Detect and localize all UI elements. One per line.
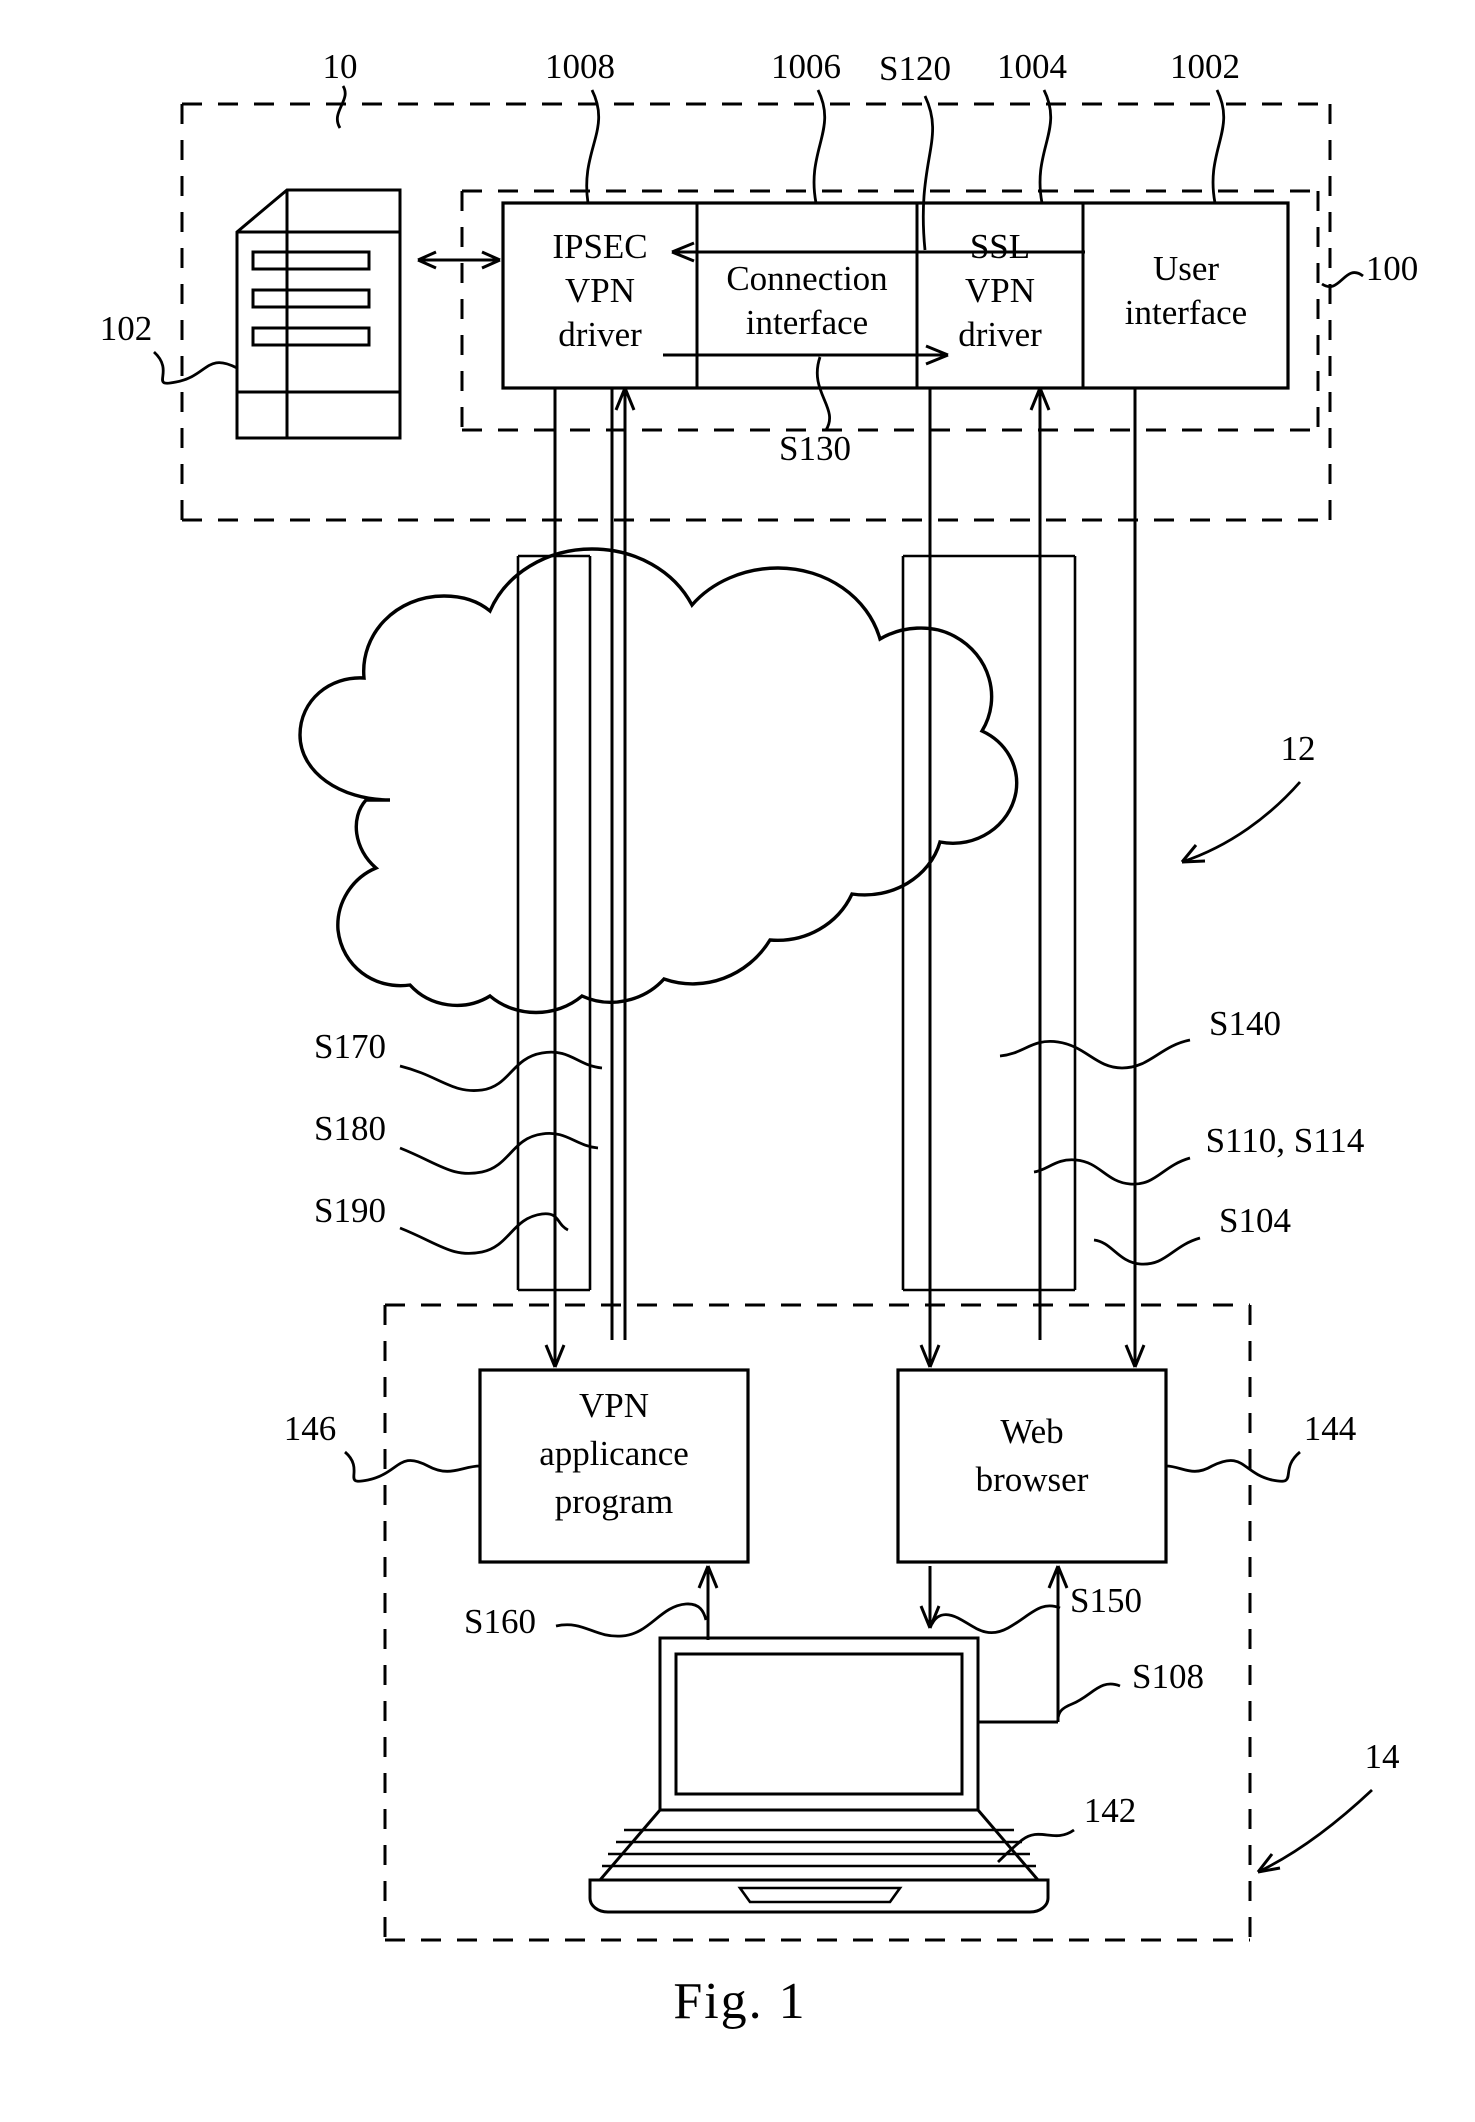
ref-146: 146 <box>284 1409 481 1483</box>
ref-144: 144 <box>1165 1409 1357 1483</box>
ssl-line-1: SSL <box>970 227 1030 266</box>
conn-line-2: interface <box>746 303 868 342</box>
ref-14-label: 14 <box>1365 1737 1400 1776</box>
ref-142: 142 <box>997 1791 1137 1863</box>
ref-s140-label: S140 <box>1209 1004 1281 1043</box>
channel-rails <box>516 554 1077 1292</box>
ref-14: 14 <box>1256 1737 1400 1874</box>
vpn-app-line-1: VPN <box>579 1386 649 1425</box>
ref-1004: 1004 <box>997 47 1067 204</box>
ui-line-1: User <box>1153 249 1219 288</box>
ssl-line-2: VPN <box>965 271 1035 310</box>
vpn-app-line-2: applicance <box>539 1434 689 1473</box>
ref-10-label: 10 <box>323 47 358 86</box>
ref-s190: S190 <box>314 1191 569 1255</box>
ref-12-label: 12 <box>1281 729 1316 768</box>
ref-s180-label: S180 <box>314 1109 386 1148</box>
label-ipsec-vpn-driver: IPSEC VPN driver <box>552 227 647 354</box>
ref-146-label: 146 <box>284 1409 337 1448</box>
ref-s190-label: S190 <box>314 1191 386 1230</box>
ref-102: 102 <box>100 309 238 385</box>
ref-s104: S104 <box>1093 1201 1291 1266</box>
ipsec-line-2: VPN <box>565 271 635 310</box>
ref-s108: S108 <box>1056 1657 1204 1721</box>
ref-1002-label: 1002 <box>1170 47 1240 86</box>
ref-s120-label: S120 <box>879 49 951 88</box>
ref-144-label: 144 <box>1304 1409 1357 1448</box>
ref-100-label: 100 <box>1366 249 1419 288</box>
ref-s150: S150 <box>930 1581 1142 1635</box>
ref-1008-label: 1008 <box>545 47 615 86</box>
web-browser-line-2: browser <box>976 1460 1089 1499</box>
ipsec-line-3: driver <box>558 315 642 354</box>
ref-1008: 1008 <box>545 47 615 204</box>
figure-canvas: IPSEC VPN driver Connection interface SS… <box>100 47 1419 2030</box>
laptop-connectors <box>697 1565 1069 1724</box>
ref-100: 100 <box>1321 249 1419 288</box>
ref-s108-label: S108 <box>1132 1657 1204 1696</box>
ref-s170-label: S170 <box>314 1027 386 1066</box>
ssl-line-3: driver <box>958 315 1042 354</box>
server-gateway-link <box>417 250 501 270</box>
ref-s150-label: S150 <box>1070 1581 1142 1620</box>
server-icon <box>235 188 402 440</box>
ref-s160: S160 <box>464 1602 708 1641</box>
ref-1006-label: 1006 <box>771 47 841 86</box>
ref-s160-label: S160 <box>464 1602 536 1641</box>
ref-102-label: 102 <box>100 309 153 348</box>
patent-figure-1: IPSEC VPN driver Connection interface SS… <box>0 0 1475 2122</box>
conn-line-1: Connection <box>726 259 887 298</box>
network-cloud-icon: 12 <box>298 547 1316 1015</box>
ref-s104-label: S104 <box>1219 1201 1291 1240</box>
web-browser-box: Web browser <box>896 1368 1168 1564</box>
ref-s110-s114-label: S110, S114 <box>1206 1121 1365 1160</box>
ipsec-line-1: IPSEC <box>552 227 647 266</box>
vpn-app-line-3: program <box>555 1482 674 1521</box>
ref-s140: S140 <box>999 1004 1281 1070</box>
ui-line-2: interface <box>1125 293 1247 332</box>
web-browser-line-1: Web <box>1000 1412 1063 1451</box>
ref-142-label: 142 <box>1084 1791 1137 1830</box>
ref-1006: 1006 <box>771 47 841 204</box>
vpn-appliance-program-box: VPN applicance program <box>478 1368 750 1564</box>
figure-caption: Fig. 1 <box>673 1973 806 2030</box>
ref-1004-label: 1004 <box>997 47 1067 86</box>
ref-s110-s114: S110, S114 <box>1033 1121 1365 1186</box>
ref-1002: 1002 <box>1170 47 1240 204</box>
signal-lines <box>544 387 1146 1368</box>
ref-s170: S170 <box>314 1027 603 1092</box>
ref-s130-label: S130 <box>779 429 851 468</box>
label-ssl-vpn-driver: SSL VPN driver <box>958 227 1042 354</box>
laptop-icon <box>588 1636 1050 1914</box>
ref-10: 10 <box>323 47 358 129</box>
